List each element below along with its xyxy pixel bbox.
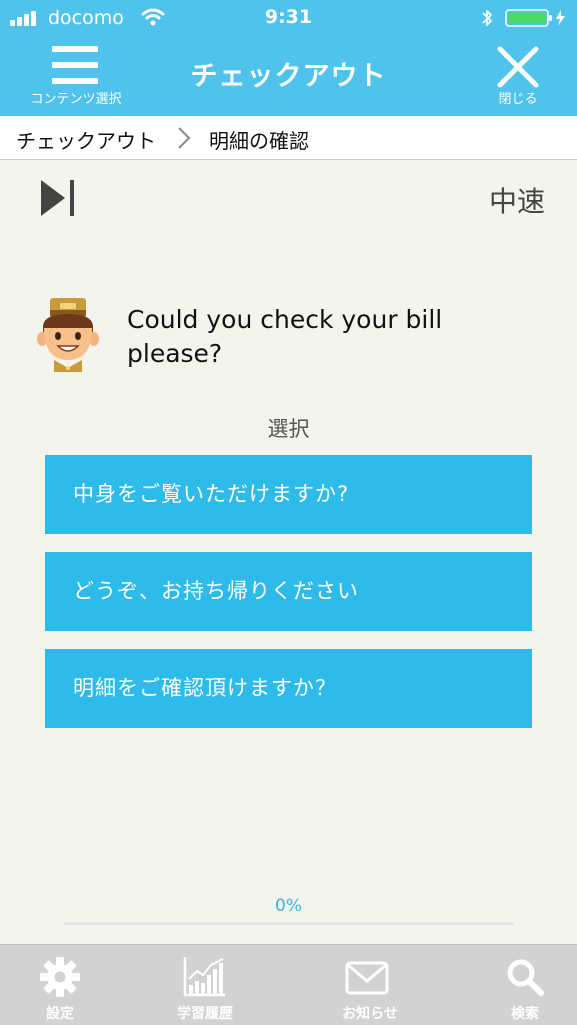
- tab-learning-history[interactable]: 学習履歴: [145, 945, 265, 1025]
- search-icon: [507, 959, 544, 996]
- answer-option-2[interactable]: どうぞ、お持ち帰りください: [45, 552, 532, 631]
- tab-notifications[interactable]: お知らせ: [310, 945, 430, 1025]
- breadcrumb: チェックアウト 明細の確認: [0, 116, 577, 160]
- content-select-label: コンテンツ選択: [30, 92, 122, 107]
- gear-icon: [40, 957, 80, 997]
- progress-label: 0%: [275, 896, 302, 916]
- tab-settings[interactable]: 設定: [0, 945, 120, 1025]
- chart-icon: [183, 957, 225, 997]
- content-select-button[interactable]: コンテンツ選択: [26, 42, 126, 110]
- status-bar: docomo 9:31: [0, 0, 577, 36]
- nav-bar: コンテンツ選択 チェックアウト 閉じる: [0, 36, 577, 116]
- tab-bar: 設定 学習履歴 お知らせ 検索: [0, 944, 577, 1025]
- play-next-icon[interactable]: [38, 178, 78, 218]
- bluetooth-icon: [482, 10, 492, 26]
- bellhop-avatar: [37, 298, 99, 372]
- tab-search-label: 検索: [511, 1006, 539, 1022]
- tab-settings-label: 設定: [46, 1006, 74, 1022]
- answer-option-3[interactable]: 明細をご確認頂けますか？: [45, 649, 532, 728]
- choices-heading: 選択: [267, 417, 310, 441]
- playback-speed[interactable]: 中速: [489, 180, 545, 220]
- breadcrumb-item-bill-check: 明細の確認: [209, 129, 309, 153]
- question-text: Could you check your bill please?: [127, 305, 443, 368]
- hamburger-menu-icon: [52, 46, 98, 86]
- close-button[interactable]: 閉じる: [480, 42, 560, 110]
- tab-search[interactable]: 検索: [465, 945, 577, 1025]
- close-label: 閉じる: [498, 92, 538, 107]
- progress-bar: [64, 922, 514, 925]
- close-icon: [497, 46, 539, 88]
- battery-icon: [505, 9, 565, 27]
- mail-icon: [345, 961, 389, 995]
- chevron-right-icon: [178, 127, 191, 149]
- breadcrumb-item-checkout[interactable]: チェックアウト: [16, 125, 156, 154]
- tab-notifications-label: お知らせ: [342, 1006, 398, 1022]
- page-title: チェックアウト: [190, 61, 387, 92]
- tab-learning-history-label: 学習履歴: [177, 1006, 233, 1022]
- answer-option-1[interactable]: 中身をご覧いただけますか?: [45, 455, 532, 534]
